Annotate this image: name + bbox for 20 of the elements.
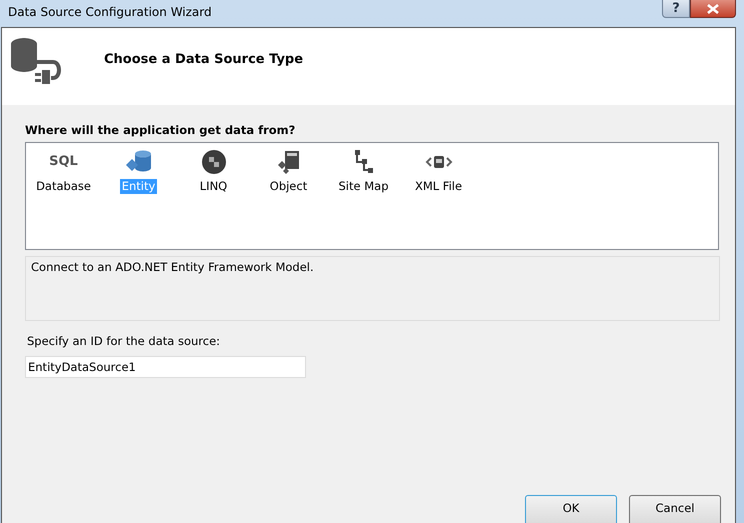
source-item[interactable]: Object [268, 179, 310, 194]
source-item[interactable]: Database [34, 179, 93, 194]
dialog-button[interactable]: Cancel [629, 495, 721, 523]
description-text: Connect to an ADO.NET Entity Framework Model. [31, 260, 314, 274]
prompt-label: Where will the application get data from? [25, 123, 296, 137]
sitemap-icon [352, 149, 374, 175]
window-title: Data Source Configuration Wizard [7, 4, 213, 19]
object-icon [276, 149, 302, 175]
id-label: Specify an ID for the data source: [27, 334, 222, 348]
source-item[interactable]: LINQ [198, 179, 230, 194]
help-button[interactable]: ? [662, 0, 690, 18]
close-icon [707, 4, 719, 14]
id-input-field[interactable]: EntityDataSource1 [25, 356, 306, 378]
linq-icon [200, 149, 226, 175]
close-button[interactable] [690, 0, 736, 18]
page-title: Choose a Data Source Type [104, 52, 304, 67]
source-item[interactable]: XML File [412, 179, 464, 194]
dialog-button[interactable]: OK [525, 495, 617, 523]
sql-icon: SQL [49, 150, 78, 174]
source-item[interactable]: Site Map [336, 179, 390, 194]
